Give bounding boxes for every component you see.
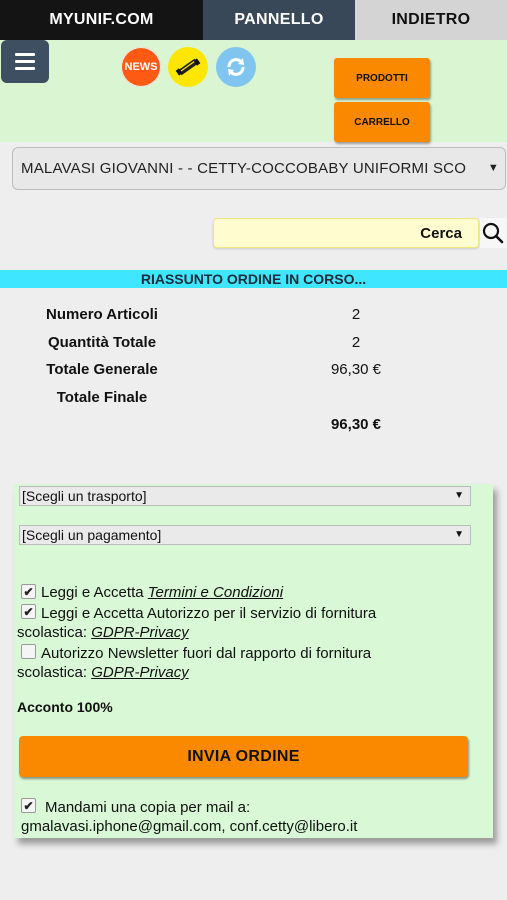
terms-text: Leggi e Accetta Termini e Condizioni bbox=[41, 584, 283, 601]
customer-select[interactable]: MALAVASI GIOVANNI - - CETTY-COCCOBABY UN… bbox=[12, 147, 506, 190]
dropdown-arrow-icon: ▼ bbox=[487, 162, 499, 174]
gdpr-prefix: scolastica: bbox=[17, 624, 92, 641]
gdpr-text-line1: Leggi e Accetta Autorizzo per il servizi… bbox=[41, 605, 377, 622]
summary-label-totale-finale: Totale Finale bbox=[56, 389, 148, 406]
acconto-label: Acconto 100% bbox=[17, 699, 113, 715]
search-button[interactable] bbox=[480, 218, 506, 248]
customer-select-value: MALAVASI GIOVANNI - - CETTY-COCCOBABY UN… bbox=[21, 160, 467, 177]
newsletter-checkbox[interactable] bbox=[21, 644, 36, 659]
top-nav: MYUNIF.COM PANNELLO INDIETRO bbox=[0, 0, 507, 40]
summary-value-totale-finale: 96,30 € bbox=[330, 416, 382, 433]
search-icon bbox=[482, 222, 504, 244]
payment-select-value: [Scegli un pagamento] bbox=[22, 527, 162, 543]
summary-label-quantita-totale: Quantità Totale bbox=[47, 334, 157, 351]
newsletter-text-line1: Autorizzo Newsletter fuori dal rapporto … bbox=[41, 645, 372, 662]
terms-link[interactable]: Termini e Condizioni bbox=[148, 584, 283, 601]
order-form-panel: [Scegli un trasporto] ▼ [Scegli un pagam… bbox=[14, 484, 493, 838]
search-input[interactable]: Cerca bbox=[213, 218, 479, 248]
refresh-arrows-icon bbox=[227, 58, 245, 76]
menu-line-icon bbox=[15, 67, 35, 70]
search-label: Cerca bbox=[420, 224, 462, 242]
summary-label-totale-generale: Totale Generale bbox=[46, 361, 158, 378]
terms-checkbox[interactable]: ✔ bbox=[21, 584, 36, 599]
tab-myunif[interactable]: MYUNIF.COM bbox=[0, 0, 203, 40]
measure-tool-icon[interactable] bbox=[168, 47, 208, 87]
newsletter-text-line2: scolastica: GDPR-Privacy bbox=[17, 664, 189, 681]
newsletter-prefix: scolastica: bbox=[17, 664, 92, 681]
hamburger-menu-button[interactable] bbox=[1, 40, 49, 83]
mail-copy-emails: gmalavasi.iphone@gmail.com, conf.cetty@l… bbox=[21, 818, 358, 835]
mail-copy-text-line1: Mandami una copia per mail a: bbox=[45, 799, 251, 816]
news-icon-label: NEWS bbox=[124, 61, 158, 73]
transport-select[interactable]: [Scegli un trasporto] ▼ bbox=[19, 486, 471, 506]
transport-select-value: [Scegli un trasporto] bbox=[22, 488, 147, 504]
ruler-icon bbox=[175, 58, 201, 76]
tab-pannello[interactable]: PANNELLO bbox=[203, 0, 355, 40]
dropdown-arrow-icon: ▼ bbox=[454, 529, 464, 540]
order-summary-banner: RIASSUNTO ORDINE IN CORSO... bbox=[0, 270, 507, 288]
mail-copy-checkbox[interactable]: ✔ bbox=[21, 798, 36, 813]
news-icon[interactable]: NEWS bbox=[121, 47, 161, 87]
summary-value-numero-articoli: 2 bbox=[351, 306, 361, 323]
payment-select[interactable]: [Scegli un pagamento] ▼ bbox=[19, 525, 471, 545]
newsletter-privacy-link[interactable]: GDPR-Privacy bbox=[91, 664, 189, 681]
summary-value-quantita-totale: 2 bbox=[351, 334, 361, 351]
gdpr-text-line2: scolastica: GDPR-Privacy bbox=[17, 624, 189, 641]
menu-line-icon bbox=[15, 53, 35, 56]
sync-icon[interactable] bbox=[216, 47, 256, 87]
gdpr-checkbox[interactable]: ✔ bbox=[21, 604, 36, 619]
header: NEWS PRODOTTI CARRELLO bbox=[0, 40, 507, 142]
gdpr-privacy-link[interactable]: GDPR-Privacy bbox=[91, 624, 189, 641]
invia-ordine-button[interactable]: INVIA ORDINE bbox=[19, 736, 468, 777]
summary-label-numero-articoli: Numero Articoli bbox=[46, 306, 158, 323]
dropdown-arrow-icon: ▼ bbox=[454, 490, 464, 501]
summary-value-totale-generale: 96,30 € bbox=[330, 361, 382, 378]
menu-line-icon bbox=[15, 60, 35, 63]
terms-prefix: Leggi e Accetta bbox=[41, 584, 148, 601]
carrello-button[interactable]: CARRELLO bbox=[334, 102, 430, 142]
prodotti-button[interactable]: PRODOTTI bbox=[334, 58, 430, 98]
tab-indietro[interactable]: INDIETRO bbox=[355, 0, 507, 40]
